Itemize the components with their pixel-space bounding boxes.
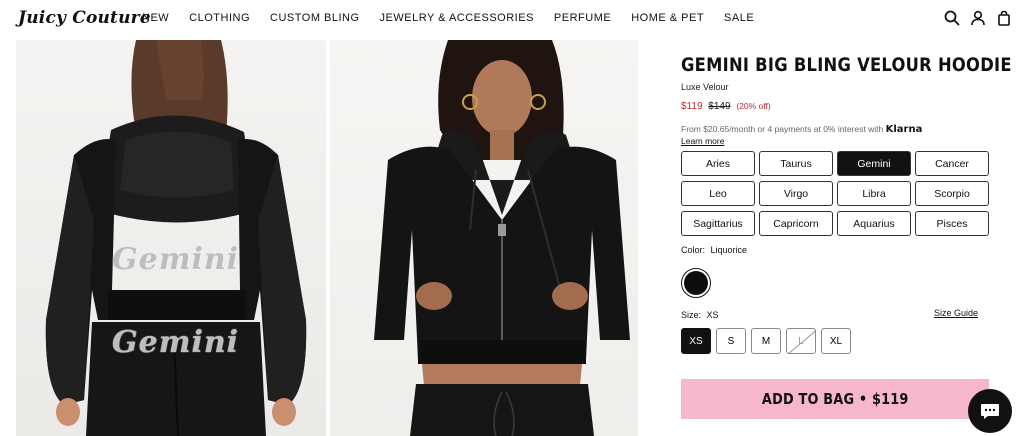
product-image-front[interactable] xyxy=(330,40,638,436)
size-option-l[interactable]: L xyxy=(786,328,816,354)
color-label: Color: Liquorice xyxy=(681,245,747,255)
size-label-text: Size: xyxy=(681,310,702,320)
size-option-xl[interactable]: XL xyxy=(821,328,851,354)
nav-item-clothing[interactable]: CLOTHING xyxy=(189,12,250,24)
size-option-xs[interactable]: XS xyxy=(681,328,711,354)
brand-logo[interactable]: Juicy Couture xyxy=(18,8,151,28)
back-bling-text-pants: Gemini xyxy=(112,325,240,360)
back-bling-text-hoodie: Gemini xyxy=(112,242,240,277)
nav-item-perfume[interactable]: PERFUME xyxy=(554,12,611,24)
sign-option-aries[interactable]: Aries xyxy=(681,151,755,176)
sign-option-sagittarius[interactable]: Sagittarius xyxy=(681,211,755,236)
product-image-back[interactable]: Gemini Gemini xyxy=(16,40,326,436)
klarna-message: From $20.65/month or 4 payments at 0% in… xyxy=(681,124,1001,146)
nav-item-sale[interactable]: SALE xyxy=(724,12,754,24)
account-icon[interactable] xyxy=(970,10,986,26)
product-subtitle: Luxe Velour xyxy=(681,82,729,92)
product-info: GEMINI BIG BLING VELOUR HOODIE Luxe Velo… xyxy=(681,54,1012,146)
sign-option-leo[interactable]: Leo xyxy=(681,181,755,206)
sign-option-scorpio[interactable]: Scorpio xyxy=(915,181,989,206)
price-discount: (20% off) xyxy=(736,101,771,111)
sign-option-gemini[interactable]: Gemini xyxy=(837,151,911,176)
nav-item-custom-bling[interactable]: CUSTOM BLING xyxy=(270,12,360,24)
size-option-m[interactable]: M xyxy=(751,328,781,354)
nav-item-home-pet[interactable]: HOME & PET xyxy=(631,12,704,24)
price-current: $119 xyxy=(681,101,703,112)
sign-option-libra[interactable]: Libra xyxy=(837,181,911,206)
sign-option-pisces[interactable]: Pisces xyxy=(915,211,989,236)
price-original: $149 xyxy=(708,101,731,112)
product-title: GEMINI BIG BLING VELOUR HOODIE xyxy=(681,54,1012,76)
nav-item-new[interactable]: NEW xyxy=(142,12,169,24)
sign-selector: Aries Taurus Gemini Cancer Leo Virgo Lib… xyxy=(681,151,989,236)
sign-option-taurus[interactable]: Taurus xyxy=(759,151,833,176)
size-selector: XS S M L XL xyxy=(681,328,851,354)
size-guide-link[interactable]: Size Guide xyxy=(934,308,978,318)
learn-more-link[interactable]: Learn more xyxy=(681,136,1001,146)
sign-option-cancer[interactable]: Cancer xyxy=(915,151,989,176)
hoodie-back-illustration xyxy=(45,40,307,436)
size-label: Size: XS xyxy=(681,310,719,320)
add-to-bag-button[interactable]: ADD TO BAG • $119 xyxy=(681,379,989,419)
bag-icon[interactable] xyxy=(996,10,1012,26)
color-swatch-liquorice[interactable] xyxy=(681,268,711,298)
search-icon[interactable] xyxy=(944,10,960,26)
chat-icon xyxy=(981,404,999,419)
klarna-logo: Klarna xyxy=(885,124,923,135)
size-value: XS xyxy=(706,310,719,320)
main-nav: NEW CLOTHING CUSTOM BLING JEWELRY & ACCE… xyxy=(142,12,774,24)
sign-option-aquarius[interactable]: Aquarius xyxy=(837,211,911,236)
header-icons xyxy=(944,10,1012,26)
sign-option-capricorn[interactable]: Capricorn xyxy=(759,211,833,236)
color-label-text: Color: xyxy=(681,245,706,255)
chat-button[interactable] xyxy=(968,389,1012,433)
add-to-bag-label: ADD TO BAG • $119 xyxy=(761,390,909,408)
klarna-text: From $20.65/month or 4 payments at 0% in… xyxy=(681,124,884,134)
size-option-s[interactable]: S xyxy=(716,328,746,354)
color-value: Liquorice xyxy=(710,245,748,255)
color-swatch-fill xyxy=(684,271,708,295)
hoodie-front-illustration xyxy=(374,40,630,436)
price-row: $119 $149 (20% off) xyxy=(681,101,1001,112)
site-header: Juicy Couture NEW CLOTHING CUSTOM BLING … xyxy=(0,0,1024,38)
nav-item-jewelry-accessories[interactable]: JEWELRY & ACCESSORIES xyxy=(380,12,534,24)
sign-option-virgo[interactable]: Virgo xyxy=(759,181,833,206)
